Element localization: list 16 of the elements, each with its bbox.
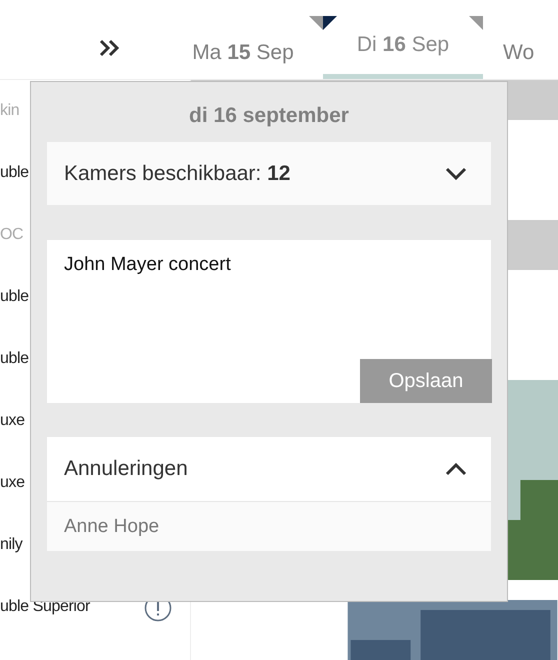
room-label: OC (0, 226, 24, 244)
cancellation-item[interactable]: Anne Hope (47, 502, 491, 551)
room-label: uble (0, 288, 29, 306)
popup-title: di 16 september (188, 103, 350, 129)
save-button[interactable]: Opslaan (360, 359, 492, 403)
room-label: uble (0, 350, 29, 368)
cancellations-header[interactable]: Annuleringen (47, 437, 491, 502)
availability-dropdown[interactable]: Kamers beschikbaar: 12 (47, 142, 491, 205)
room-label: uble (0, 164, 29, 182)
day-tab[interactable]: Wo (483, 16, 534, 79)
room-label: kin (0, 102, 20, 120)
room-label: uxe (0, 474, 25, 492)
room-label: uxe (0, 412, 25, 430)
room-label: nily (0, 536, 22, 554)
day-tab[interactable]: Ma 15 Sep (183, 16, 323, 79)
double-chevron-icon[interactable] (99, 39, 121, 57)
